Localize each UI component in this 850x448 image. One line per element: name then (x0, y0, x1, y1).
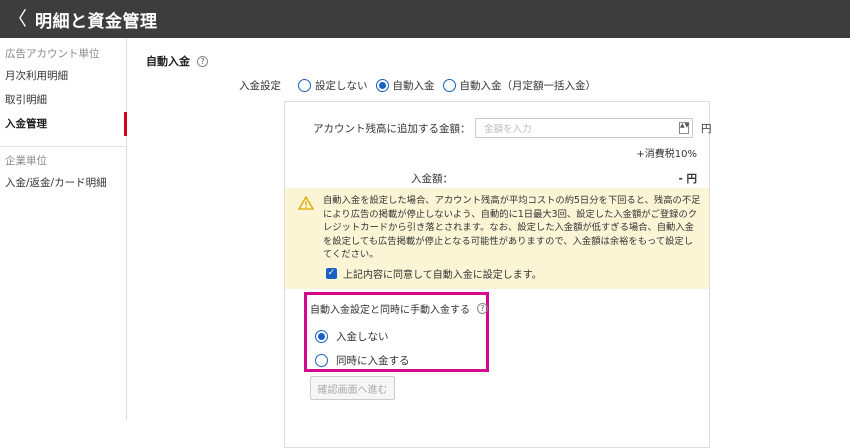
help-icon[interactable]: ? (197, 56, 208, 67)
radio-label: 同時に入金する (336, 353, 410, 368)
manual-deposit-title: 自動入金設定と同時に手動入金する ? (310, 301, 488, 316)
sidebar-group-account: 広告アカウント単位 (0, 44, 126, 64)
tax-note: +消費税10% (636, 145, 697, 160)
stepper-icon[interactable]: ▲▼ (679, 122, 689, 134)
warning-text: 自動入金を設定した場合、アカウント残高が平均コストの約5日分を下回ると、残高の不… (323, 194, 701, 262)
help-icon[interactable]: ? (477, 303, 488, 314)
manual-deposit-title-text: 自動入金設定と同時に手動入金する (310, 301, 470, 316)
radio-no-manual-deposit[interactable]: 入金しない (315, 329, 389, 344)
deposit-setting-label: 入金設定 (221, 78, 281, 93)
deposit-amount-row: 入金額： - 円 (313, 171, 697, 186)
radio-button-icon[interactable] (315, 354, 328, 367)
radio-label: 設定しない (315, 78, 368, 93)
radio-no-setting[interactable]: 設定しない (298, 78, 368, 93)
amount-row: アカウント残高に追加する金額： 金額を入力 ▲▼ 円 (313, 118, 712, 138)
radio-label: 自動入金（月定額一括入金） (460, 78, 597, 93)
sidebar-item-deposit-management[interactable]: 入金管理 (0, 112, 126, 136)
sidebar-item-transactions[interactable]: 取引明細 (0, 88, 126, 112)
page-title: 明細と資金管理 (35, 7, 158, 32)
top-bar: 〈 明細と資金管理 (0, 0, 850, 38)
radio-label: 自動入金 (393, 78, 435, 93)
sidebar-item-monthly-statement[interactable]: 月次利用明細 (0, 64, 126, 88)
deposit-label: 入金額： (313, 171, 453, 186)
radio-button-selected-icon[interactable] (376, 79, 389, 92)
section-title-text: 自動入金 (146, 53, 190, 69)
warning-icon (298, 196, 314, 210)
sidebar-item-card-statement[interactable]: 入金/返金/カード明細 (0, 171, 126, 195)
main-content: 自動入金 ? 入金設定 設定しない 自動入金 自動入金（月定額一括入金） アカウ… (127, 38, 850, 420)
auto-deposit-panel: アカウント残高に追加する金額： 金額を入力 ▲▼ 円 +消費税10% 入金額： … (284, 101, 710, 448)
radio-auto-deposit[interactable]: 自動入金 (376, 78, 435, 93)
radio-label: 入金しない (336, 329, 389, 344)
deposit-value: - 円 (453, 171, 697, 186)
checkbox-checked-icon[interactable]: ✓ (326, 268, 337, 279)
agree-label: 上記内容に同意して自動入金に設定します。 (343, 266, 542, 281)
radio-button-selected-icon[interactable] (315, 330, 328, 343)
amount-input[interactable]: 金額を入力 ▲▼ (475, 118, 693, 138)
radio-auto-monthly[interactable]: 自動入金（月定額一括入金） (443, 78, 597, 93)
warning-box: 自動入金を設定した場合、アカウント残高が平均コストの約5日分を下回ると、残高の不… (285, 188, 709, 289)
radio-button-icon[interactable] (443, 79, 456, 92)
agree-checkbox-row[interactable]: ✓ 上記内容に同意して自動入金に設定します。 (326, 266, 542, 281)
deposit-setting-radio-group: 設定しない 自動入金 自動入金（月定額一括入金） (298, 78, 604, 93)
chevron-left-icon[interactable]: 〈 (8, 10, 27, 29)
section-title: 自動入金 ? (146, 53, 208, 69)
sidebar: 広告アカウント単位 月次利用明細 取引明細 入金管理 企業単位 入金/返金/カー… (0, 38, 127, 420)
sidebar-group-company: 企業単位 (0, 151, 126, 171)
sidebar-divider (0, 146, 126, 147)
amount-label: アカウント残高に追加する金額： (313, 121, 475, 136)
amount-placeholder: 金額を入力 (484, 121, 532, 135)
confirm-button[interactable]: 確認画面へ進む (310, 376, 395, 400)
radio-manual-deposit[interactable]: 同時に入金する (315, 353, 410, 368)
radio-button-icon[interactable] (298, 79, 311, 92)
yen-unit: 円 (701, 121, 712, 136)
